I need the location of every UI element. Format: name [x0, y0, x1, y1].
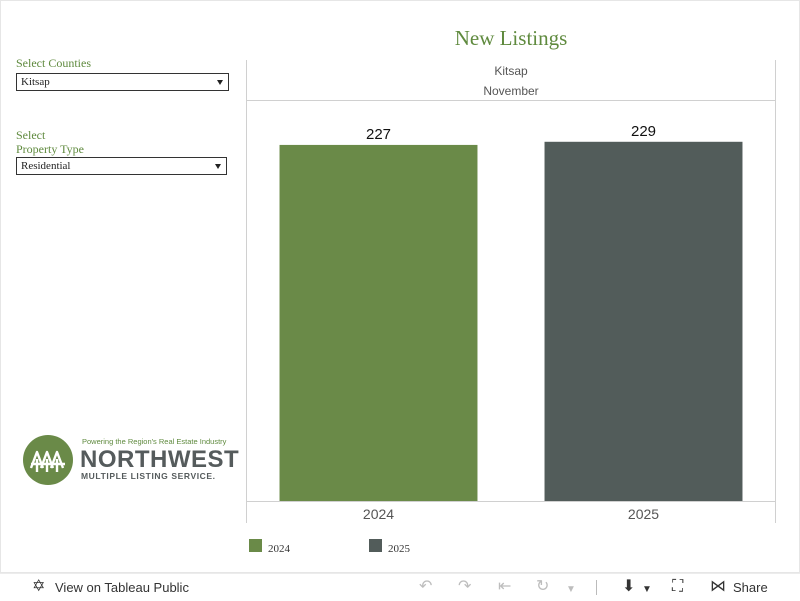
new-listings-chart: Kitsap November 227 2024 229 2025 — [246, 60, 776, 523]
share-icon[interactable]: ⋈ — [710, 578, 726, 596]
toolbar-separator — [596, 580, 597, 595]
tableau-logo-icon[interactable]: ✡ — [32, 578, 45, 596]
bar-2025[interactable] — [544, 141, 743, 502]
bar-2024[interactable] — [279, 144, 478, 501]
revert-icon[interactable]: ⇤ — [498, 578, 511, 596]
data-label-2024: 227 — [366, 126, 391, 143]
redo-icon[interactable]: ↷ — [458, 578, 471, 596]
chart-header-month: November — [483, 84, 538, 98]
x-tick-label-2024: 2024 — [363, 506, 394, 522]
download-icon[interactable]: ⬇ — [622, 578, 635, 596]
refresh-icon[interactable]: ↻ — [536, 578, 549, 596]
chevron-down-icon[interactable]: ▼ — [566, 581, 576, 599]
data-label-2025: 229 — [631, 123, 656, 140]
legend-swatch-2024 — [249, 539, 262, 552]
bars-layer: 227 2024 229 2025 — [279, 123, 743, 522]
legend-label-2025: 2025 — [388, 543, 410, 555]
legend-swatch-2025 — [369, 539, 382, 552]
undo-icon[interactable]: ↶ — [419, 578, 432, 596]
share-button[interactable]: Share — [733, 580, 768, 595]
view-on-tableau-public-link[interactable]: View on Tableau Public — [55, 580, 189, 595]
tableau-toolbar: ✡ View on Tableau Public ↶ ↷ ⇤ ↻ ▼ ⬇ ▼ ⛶… — [0, 573, 800, 601]
x-tick-label-2025: 2025 — [628, 506, 659, 522]
fullscreen-icon[interactable]: ⛶ — [672, 578, 683, 596]
chevron-down-icon[interactable]: ▼ — [642, 581, 652, 599]
chart-header-county: Kitsap — [494, 64, 528, 78]
legend-label-2024: 2024 — [268, 543, 290, 555]
